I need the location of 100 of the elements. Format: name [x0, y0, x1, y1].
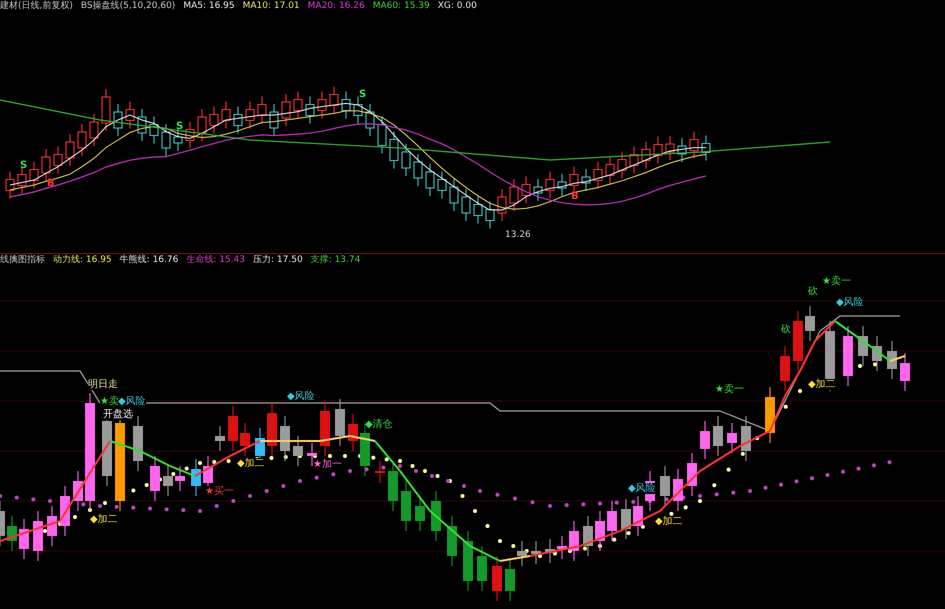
- candlestick: [138, 108, 146, 142]
- candlestick: [545, 538, 555, 564]
- candlestick: [486, 201, 494, 229]
- candlestick: [450, 178, 458, 212]
- candlestick: [54, 146, 62, 174]
- candlestick: [505, 558, 515, 602]
- candlestick: [267, 402, 277, 456]
- candlestick: [765, 386, 775, 444]
- candlestick: [780, 346, 790, 392]
- signal-label: ★卖一: [822, 276, 851, 287]
- candlestick: [320, 400, 330, 456]
- candlestick: [633, 496, 643, 536]
- candlestick: [342, 91, 350, 119]
- candlestick: [186, 121, 194, 149]
- candlestick: [19, 518, 29, 560]
- signal-label: ◆风险: [118, 396, 146, 407]
- candlestick: [887, 340, 897, 380]
- candlestick: [642, 141, 650, 169]
- candlestick: [234, 106, 242, 134]
- candlestick: [102, 88, 110, 132]
- candlestick: [215, 426, 225, 452]
- candlestick: [690, 131, 698, 159]
- candlestick: [558, 174, 566, 196]
- candlestick: [210, 106, 218, 134]
- candlestick: [678, 138, 686, 162]
- candlestick: [282, 94, 290, 126]
- indicator-value: MA60: 15.39: [372, 1, 430, 12]
- candlestick: [198, 108, 206, 142]
- indicator-name: 线擒图指标: [0, 255, 45, 266]
- signal-label: ★卖一: [715, 384, 744, 395]
- candlestick: [375, 460, 385, 484]
- candlestick: [388, 460, 398, 512]
- candlestick: [492, 556, 502, 602]
- signal-marker: S: [359, 89, 366, 100]
- candlestick: [222, 101, 230, 129]
- signal-label: ◆加二: [90, 514, 118, 525]
- candlestick: [47, 506, 57, 546]
- candlestick: [293, 436, 303, 466]
- candlestick: [618, 151, 626, 179]
- candlestick: [477, 546, 487, 592]
- candlestick: [474, 196, 482, 224]
- candlestick: [280, 416, 290, 462]
- candlestick: [163, 466, 173, 496]
- candlestick: [366, 104, 374, 136]
- candlestick: [510, 178, 518, 212]
- signal-label: ◆加二: [655, 516, 683, 527]
- signal-label: ★卖: [100, 396, 119, 407]
- candlestick: [531, 540, 541, 564]
- candlestick: [687, 452, 697, 496]
- candlestick: [595, 510, 605, 552]
- candlestick: [0, 500, 5, 546]
- indicator-value: 生命线: 15.43: [186, 255, 246, 266]
- candlestick: [741, 416, 751, 462]
- candlestick: [390, 131, 398, 169]
- candlestick: [402, 144, 410, 176]
- candlestick: [270, 104, 278, 136]
- candlestick: [240, 422, 250, 456]
- candlestick: [843, 326, 853, 386]
- signal-label: 开盘选: [103, 409, 133, 420]
- candlestick: [78, 124, 86, 156]
- candlestick: [7, 516, 17, 552]
- candlestick: [126, 101, 134, 129]
- candlestick: [673, 468, 683, 512]
- candlestick: [447, 516, 457, 566]
- candlestick: [607, 500, 617, 542]
- signal-label: 砍: [808, 286, 818, 297]
- candlestick: [825, 320, 835, 392]
- signal-marker: S: [20, 160, 28, 171]
- candlestick: [654, 136, 662, 164]
- candlestick: [133, 416, 143, 472]
- candlestick: [90, 114, 98, 146]
- candlestick: [191, 458, 201, 496]
- candlestick: [30, 161, 38, 189]
- signal-label: ◆风险: [628, 483, 656, 494]
- candlestick: [462, 188, 470, 222]
- candlestick: [114, 104, 122, 136]
- candlestick: [414, 154, 422, 186]
- candlestick: [805, 306, 815, 342]
- candlestick: [702, 135, 710, 161]
- signal-marker: B: [571, 191, 579, 202]
- candlestick: [294, 91, 302, 119]
- signal-label: 明日走: [88, 379, 118, 390]
- candlestick: [727, 422, 737, 454]
- candlestick: [6, 171, 14, 199]
- indicator-name: BS操盘线(5,10,20,60): [80, 1, 176, 12]
- candlestick: [431, 490, 441, 542]
- candlestick: [463, 530, 473, 592]
- signal-label: ◆加二: [237, 458, 265, 469]
- candlestick: [258, 96, 266, 124]
- candlestick: [354, 96, 362, 124]
- candlestick: [666, 136, 674, 160]
- candlestick: [872, 336, 882, 372]
- candlestick: [306, 96, 314, 124]
- candlestick: [569, 520, 579, 562]
- candlestick: [348, 414, 358, 452]
- candlestick: [621, 498, 631, 540]
- candlestick: [858, 326, 868, 366]
- candlestick: [700, 420, 710, 460]
- candlestick: [534, 178, 542, 202]
- candlestick: [66, 134, 74, 166]
